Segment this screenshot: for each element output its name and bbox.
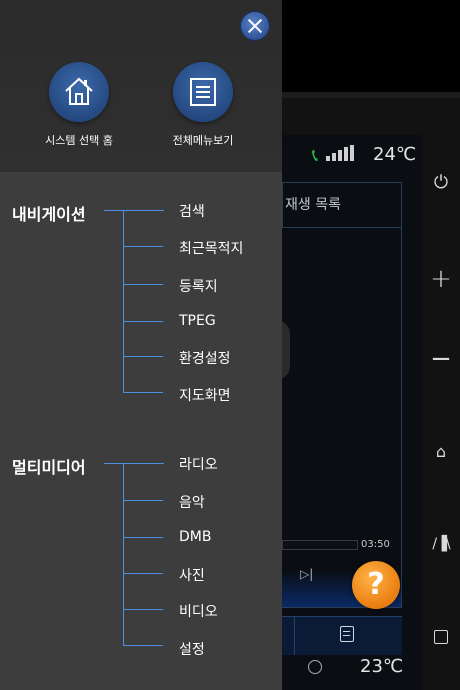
menu-item-dmb[interactable]: DMB — [179, 529, 211, 545]
tree-trunk — [123, 463, 124, 645]
menu-item-music[interactable]: 음악 — [179, 492, 205, 512]
category-multimedia[interactable]: 멀티미디어 — [12, 454, 86, 478]
menu-item-saved-places[interactable]: 등록지 — [179, 276, 218, 296]
temperature-top: 24℃ — [373, 144, 417, 165]
menu-item-nav-settings[interactable]: 환경설정 — [179, 348, 231, 368]
fan-icon[interactable] — [308, 660, 322, 674]
volume-up-icon[interactable]: + — [430, 264, 452, 294]
tree-branch — [123, 246, 163, 247]
signal-strength-icon — [326, 145, 354, 161]
device-bezel — [282, 92, 460, 98]
home-icon — [65, 77, 93, 105]
power-icon[interactable]: ⏻ — [430, 172, 452, 193]
system-home-button[interactable] — [49, 62, 109, 122]
temperature-bottom: 23℃ — [360, 656, 404, 677]
menu-item-search[interactable]: 검색 — [179, 201, 205, 221]
tree-branch — [123, 284, 163, 285]
tree-branch — [123, 537, 163, 538]
track-time: 03:50 — [361, 539, 390, 550]
all-menu-button[interactable] — [173, 62, 233, 122]
progress-bar[interactable] — [282, 540, 358, 550]
menu-hardware-icon[interactable] — [434, 630, 448, 644]
tree-branch — [123, 645, 163, 646]
tree-branch — [123, 609, 163, 610]
tree-branch — [123, 356, 163, 357]
tree-branch — [123, 500, 163, 501]
phone-icon: 📞︎ — [312, 145, 319, 166]
menu-item-map-screen[interactable]: 지도화면 — [179, 385, 231, 405]
playlist-area — [282, 228, 402, 608]
menu-item-video[interactable]: 비디오 — [179, 601, 218, 621]
playlist-header[interactable]: 재생 목록 — [282, 182, 402, 228]
tree-branch — [104, 210, 164, 211]
volume-down-icon[interactable]: − — [430, 344, 452, 374]
all-menu-label: 전체메뉴보기 — [172, 134, 234, 147]
menu-item-photos[interactable]: 사진 — [179, 565, 205, 585]
playlist-label: 재생 목록 — [285, 197, 341, 213]
menu-item-media-settings[interactable]: 설정 — [179, 639, 205, 659]
tree-branch — [104, 463, 164, 464]
tree-branch — [123, 321, 163, 322]
home-hardware-icon[interactable]: ⌂ — [430, 442, 452, 461]
menu-item-radio[interactable]: 라디오 — [179, 454, 218, 474]
menu-panel: 시스템 선택 홈 전체메뉴보기 내비게이션 검색 최근목적지 등록지 TPEG … — [0, 0, 282, 690]
menu-icon[interactable] — [340, 626, 354, 642]
system-home-label: 시스템 선택 홈 — [45, 134, 113, 147]
navigation-icon[interactable]: /▐\ — [430, 536, 452, 552]
menu-item-recent-destinations[interactable]: 최근목적지 — [179, 238, 243, 258]
category-navigation[interactable]: 내비게이션 — [12, 201, 86, 225]
play-next-icon[interactable]: ▷| — [300, 567, 313, 581]
list-icon — [190, 78, 216, 106]
tree-trunk — [123, 210, 124, 392]
close-button[interactable] — [240, 11, 270, 41]
tree-branch — [123, 573, 163, 574]
help-button[interactable]: ? — [352, 561, 400, 609]
menu-item-tpeg[interactable]: TPEG — [179, 313, 216, 329]
tree-branch — [123, 392, 163, 393]
